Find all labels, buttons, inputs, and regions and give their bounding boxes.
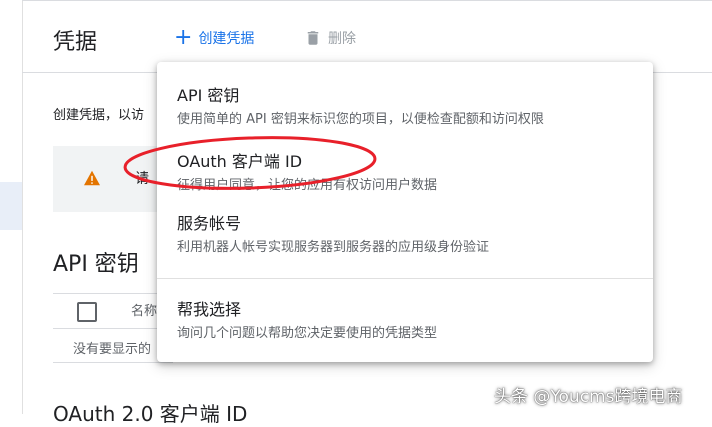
page-title: 凭据 <box>53 30 98 55</box>
warning-icon <box>84 170 100 186</box>
menu-item-title: API 密钥 <box>177 86 240 105</box>
delete-button[interactable]: 删除 <box>304 28 356 48</box>
menu-item-description: 询问几个问题以帮助您决定要使用的凭据类型 <box>177 326 438 341</box>
menu-item-title: 服务帐号 <box>177 214 242 233</box>
menu-item-description: 征得用户同意，让您的应用有权访问用户数据 <box>177 178 438 193</box>
api-keys-heading: API 密钥 <box>53 252 139 277</box>
name-column-header[interactable]: 名称 <box>131 300 157 319</box>
top-divider <box>22 0 712 1</box>
plus-icon: + <box>174 25 193 50</box>
create-credentials-menu: API 密钥 使用简单的 API 密钥来标识您的项目，以便检查配额和访问权限 O… <box>157 62 653 362</box>
menu-item-oauth-client-id[interactable]: OAuth 客户端 ID 征得用户同意，让您的应用有权访问用户数据 <box>157 148 653 196</box>
trash-icon <box>307 31 319 45</box>
menu-item-api-key[interactable]: API 密钥 使用简单的 API 密钥来标识您的项目，以便检查配额和访问权限 <box>157 82 653 130</box>
menu-item-description: 使用简单的 API 密钥来标识您的项目，以便检查配额和访问权限 <box>177 112 544 127</box>
watermark-text: 头条 @Youcms跨境电商 <box>494 387 683 407</box>
empty-table-text: 没有要显示的 <box>73 342 152 357</box>
menu-item-help-me-choose[interactable]: 帮我选择 询问几个问题以帮助您决定要使用的凭据类型 <box>157 296 653 344</box>
menu-item-description: 利用机器人帐号实现服务器到服务器的应用级身份验证 <box>177 240 490 255</box>
left-nav-selected-item[interactable] <box>0 182 22 230</box>
menu-divider <box>157 278 653 279</box>
section-divider <box>53 362 173 363</box>
api-keys-table-header: 名称 <box>53 293 173 329</box>
select-all-checkbox[interactable] <box>77 302 97 322</box>
delete-label: 删除 <box>328 31 356 47</box>
warning-text: 请 <box>135 171 149 187</box>
intro-text: 创建凭据，以访 <box>53 108 145 123</box>
oauth-clients-heading: OAuth 2.0 客户端 ID <box>53 402 248 426</box>
menu-item-title: OAuth 客户端 ID <box>177 152 303 171</box>
menu-item-title: 帮我选择 <box>177 300 242 319</box>
create-credentials-button[interactable]: + 创建凭据 <box>174 25 255 50</box>
warning-banner: 请 <box>53 146 173 212</box>
menu-item-service-account[interactable]: 服务帐号 利用机器人帐号实现服务器到服务器的应用级身份验证 <box>157 210 653 258</box>
create-credentials-label: 创建凭据 <box>198 31 255 47</box>
